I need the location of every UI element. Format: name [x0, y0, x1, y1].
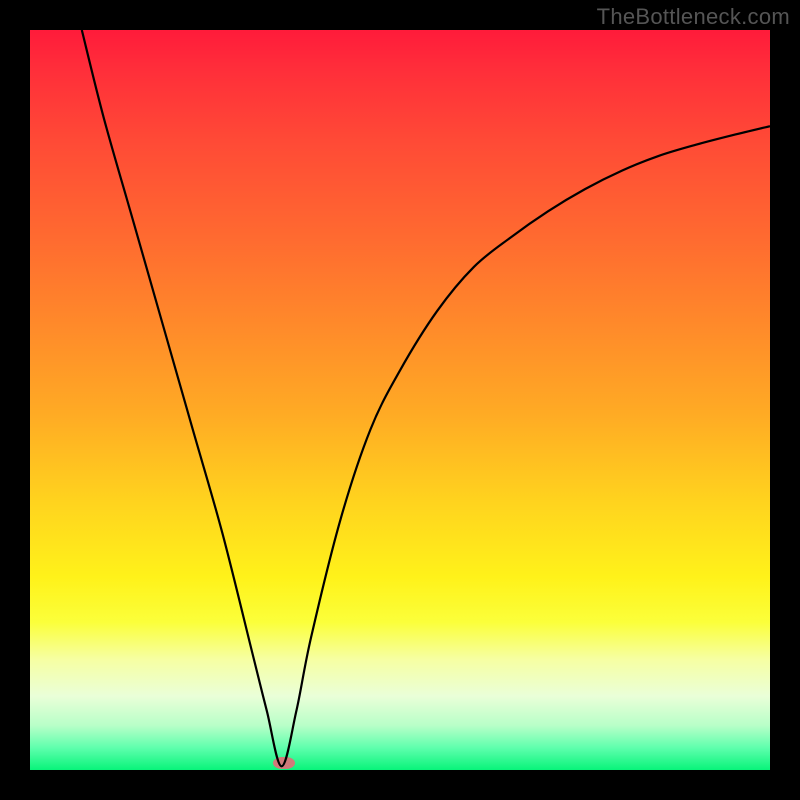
curve-path — [82, 30, 770, 766]
bottleneck-curve — [30, 30, 770, 770]
watermark-text: TheBottleneck.com — [597, 4, 790, 30]
chart-container: TheBottleneck.com — [0, 0, 800, 800]
plot-area — [30, 30, 770, 770]
